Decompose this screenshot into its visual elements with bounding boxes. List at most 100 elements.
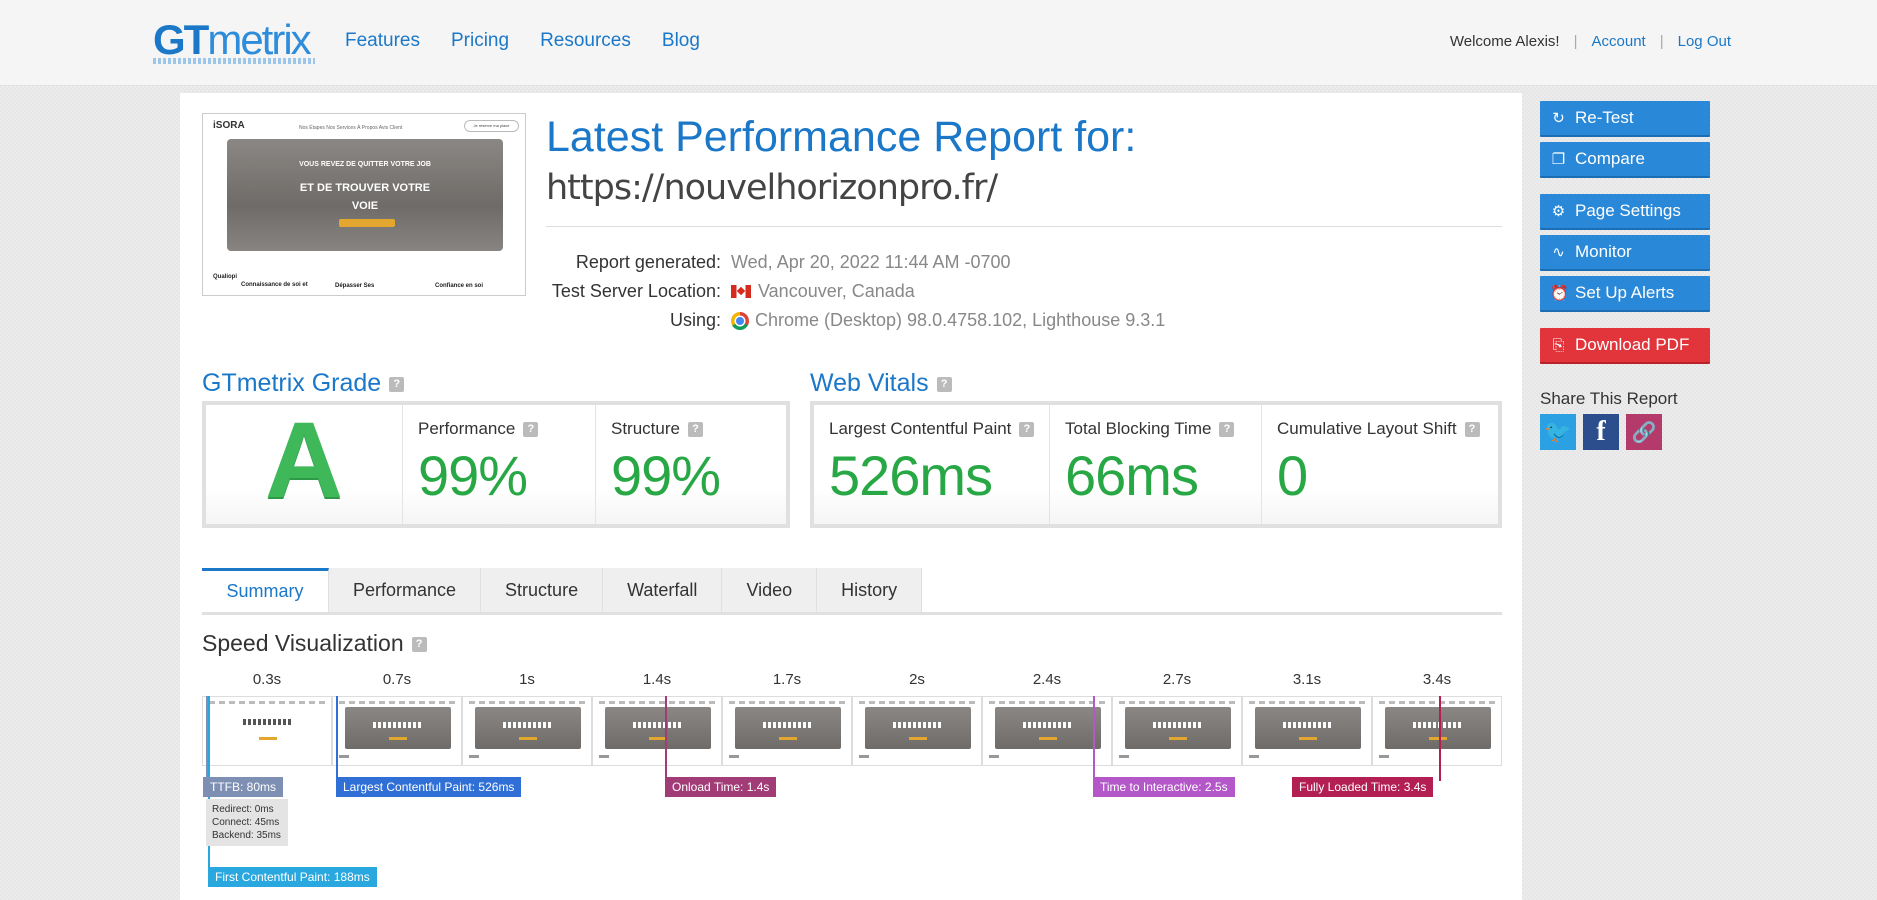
tti-label: Time to Interactive: 2.5s — [1093, 777, 1235, 797]
gtmetrix-logo[interactable]: GTmetrix — [153, 16, 312, 64]
share-title: Share This Report — [1540, 389, 1678, 408]
performance-score: 99% — [418, 444, 528, 507]
meta-row-using: Using: Chrome (Desktop) 98.0.4758.102, L… — [669, 310, 1166, 330]
lcp-value: 526ms — [829, 444, 993, 507]
thumb-hero-line2: ET DE TROUVER VOTRE VOIE — [299, 182, 431, 212]
filmstrip-frame[interactable] — [592, 696, 722, 766]
time-tick: 3.4s — [1422, 671, 1452, 688]
main-nav: Features Pricing Resources Blog — [345, 30, 731, 52]
report-title: Latest Performance Report for: — [546, 113, 1137, 161]
retest-button[interactable]: ↻ Re-Test — [1540, 101, 1710, 137]
time-tick: 2.4s — [1032, 671, 1062, 688]
set-up-alerts-button[interactable]: ⏰ Set Up Alerts — [1540, 276, 1710, 312]
canada-flag-icon — [731, 285, 751, 298]
chrome-icon — [731, 311, 749, 330]
tbt-cell: Total Blocking Time? 66ms — [1050, 405, 1262, 524]
help-icon[interactable]: ? — [687, 422, 703, 438]
compare-button[interactable]: ❐ Compare — [1540, 142, 1710, 178]
tab-summary[interactable]: Summary — [202, 568, 329, 613]
time-tick: 1.4s — [642, 671, 672, 688]
tti-marker-line — [1093, 696, 1095, 781]
tab-performance[interactable]: Performance — [329, 568, 482, 613]
tbt-value: 66ms — [1065, 444, 1199, 507]
report-url[interactable]: https://nouvelhorizonpro.fr/ — [546, 168, 998, 208]
time-tick: 0.3s — [252, 671, 282, 688]
lcp-cell: Largest Contentful Paint? 526ms — [814, 405, 1050, 524]
filmstrip-frame[interactable] — [332, 696, 462, 766]
grade-letter: A — [265, 399, 343, 520]
grade-letter-cell: A — [206, 399, 403, 524]
filmstrip — [202, 696, 1502, 766]
web-vitals-heading: Web Vitals? — [810, 369, 952, 398]
thumb-cta — [339, 219, 395, 227]
grade-box: A Performance? 99% Structure? 99% — [202, 399, 790, 528]
facebook-share-icon[interactable]: f — [1583, 414, 1619, 450]
download-pdf-button[interactable]: ⎘ Download PDF — [1540, 328, 1710, 364]
link-share-icon[interactable]: 🔗 — [1626, 414, 1662, 450]
pdf-icon: ⎘ — [1552, 337, 1565, 354]
cls-value: 0 — [1277, 444, 1308, 507]
tab-structure[interactable]: Structure — [481, 568, 604, 613]
time-tick: 3.1s — [1292, 671, 1322, 688]
filmstrip-frame[interactable] — [1112, 696, 1242, 766]
logout-link[interactable]: Log Out — [1678, 33, 1731, 50]
tab-history[interactable]: History — [817, 568, 923, 613]
nav-pricing[interactable]: Pricing — [451, 30, 509, 52]
refresh-icon: ↻ — [1552, 110, 1565, 127]
cls-cell: Cumulative Layout Shift? 0 — [1262, 405, 1498, 524]
help-icon[interactable]: ? — [389, 376, 405, 392]
time-tick: 0.7s — [382, 671, 412, 688]
nav-features[interactable]: Features — [345, 30, 420, 52]
monitor-button[interactable]: ∿ Monitor — [1540, 235, 1710, 271]
help-icon[interactable]: ? — [411, 637, 427, 653]
alarm-clock-icon: ⏰ — [1550, 285, 1569, 302]
time-tick: 2.7s — [1162, 671, 1192, 688]
tab-video[interactable]: Video — [722, 568, 818, 613]
tab-waterfall[interactable]: Waterfall — [603, 568, 723, 613]
user-bar: Welcome Alexis! | Account | Log Out — [1450, 33, 1731, 50]
page-settings-button[interactable]: ⚙ Page Settings — [1540, 194, 1710, 230]
logo-underline — [153, 58, 315, 64]
thumb-button: Je réserve ma place — [464, 120, 519, 132]
gear-icon: ⚙ — [1551, 203, 1566, 220]
structure-score: 99% — [611, 444, 721, 507]
filmstrip-frame[interactable] — [462, 696, 592, 766]
thumb-foot-3: Dépasser Ses — [335, 283, 375, 289]
filmstrip-frame[interactable] — [722, 696, 852, 766]
help-icon[interactable]: ? — [1464, 422, 1480, 438]
help-icon[interactable]: ? — [1219, 422, 1235, 438]
filmstrip-frame[interactable] — [1372, 696, 1502, 766]
report-meta: Report generated: Wed, Apr 20, 2022 11:4… — [546, 248, 1165, 335]
filmstrip-frame[interactable] — [202, 696, 332, 766]
twitter-share-icon[interactable]: 🐦 — [1540, 414, 1576, 450]
speed-visualization-heading: Speed Visualization? — [202, 630, 427, 657]
thumb-foot-1: Qualiopi — [213, 274, 237, 280]
thumb-foot-2: Connaissance de soi et — [241, 282, 308, 288]
time-tick: 2s — [909, 671, 925, 688]
ttfb-detail: Redirect: 0ms Connect: 45ms Backend: 35m… — [206, 799, 288, 846]
timeline-ticks: 0.3s 0.7s 1s 1.4s 1.7s 2s 2.4s 2.7s 3.1s… — [202, 671, 1502, 691]
account-link[interactable]: Account — [1592, 33, 1646, 50]
help-icon[interactable]: ? — [1019, 422, 1035, 438]
help-icon[interactable]: ? — [523, 422, 539, 438]
tab-underline — [202, 612, 1502, 615]
meta-row-generated: Report generated: Wed, Apr 20, 2022 11:4… — [575, 252, 1011, 272]
separator: | — [1659, 33, 1664, 50]
top-header: GTmetrix Features Pricing Resources Blog… — [0, 0, 1877, 86]
nav-blog[interactable]: Blog — [662, 30, 700, 52]
separator: | — [1573, 33, 1578, 50]
ttfb-label: TTFB: 80ms — [203, 777, 284, 797]
thumb-nav-links: Nos Étapes Nos Services À Propos Avis Cl… — [299, 125, 403, 131]
filmstrip-frame[interactable] — [1242, 696, 1372, 766]
fully-loaded-marker-line — [1439, 696, 1441, 781]
nav-resources[interactable]: Resources — [540, 30, 631, 52]
report-tabs: Summary Performance Structure Waterfall … — [202, 568, 923, 613]
onload-label: Onload Time: 1.4s — [665, 777, 777, 797]
filmstrip-frame[interactable] — [852, 696, 982, 766]
page-screenshot-thumbnail[interactable]: iSORA Nos Étapes Nos Services À Propos A… — [202, 113, 526, 296]
thumb-hero: VOUS REVEZ DE QUITTER VOTRE JOB ET DE TR… — [227, 139, 503, 251]
vitals-box: Largest Contentful Paint? 526ms Total Bl… — [810, 401, 1502, 528]
help-icon[interactable]: ? — [936, 376, 952, 392]
onload-marker-line — [665, 696, 667, 781]
fcp-label: First Contentful Paint: 188ms — [208, 867, 377, 887]
